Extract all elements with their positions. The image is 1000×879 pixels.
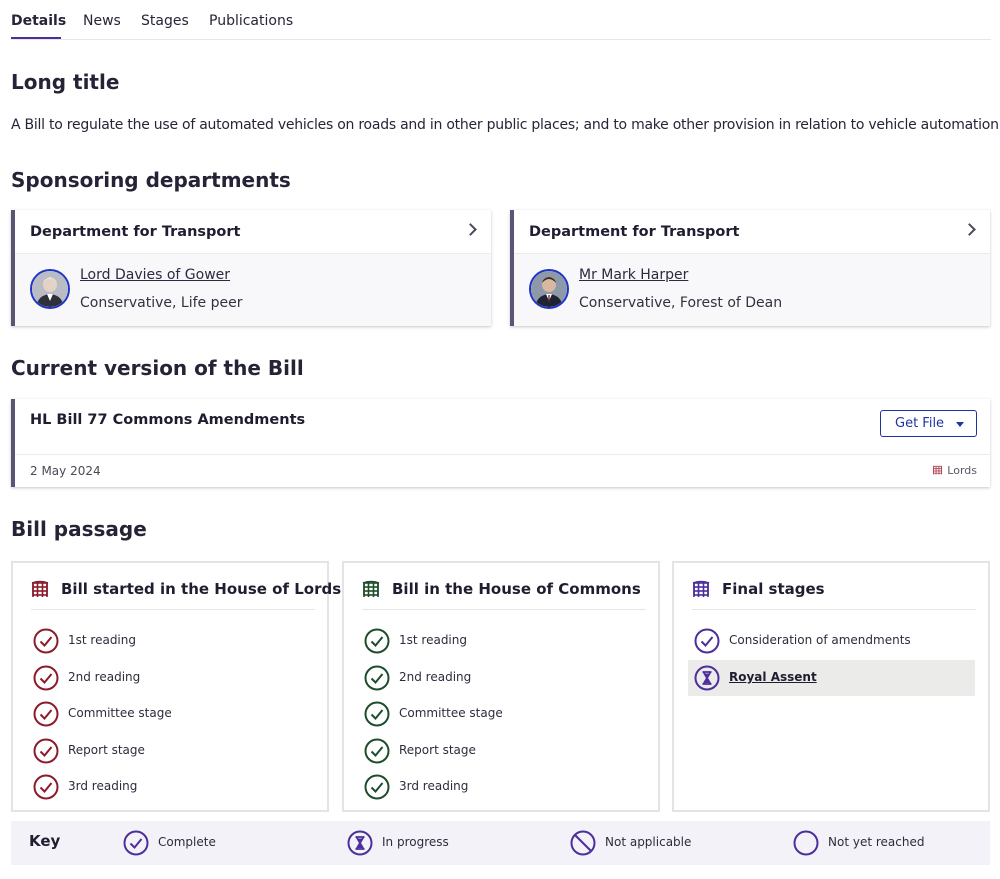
- portcullis-icon: [692, 580, 710, 597]
- check-circle-icon: [364, 701, 390, 727]
- stage-label: 2nd reading: [399, 670, 472, 684]
- stage-label: Report stage: [399, 743, 476, 757]
- tab-news[interactable]: News: [83, 13, 121, 29]
- stage-card-header: Bill in the House of Commons: [362, 575, 646, 610]
- get-file-label: Get File: [895, 416, 945, 431]
- stage-label: 3rd reading: [399, 779, 469, 793]
- bill-version-footer: 2 May 2024 Lords: [15, 454, 990, 487]
- empty-circle-icon: [793, 830, 819, 856]
- check-circle-icon: [364, 738, 390, 764]
- current-version-heading: Current version of the Bill: [11, 356, 304, 380]
- stage-label: 1st reading: [68, 633, 136, 647]
- stage-key-legend: Key Complete In progress Not applicable …: [11, 821, 990, 865]
- department-card: Department for Transport Lord Davies of …: [11, 210, 491, 326]
- check-circle-icon: [364, 628, 390, 654]
- member-info: Mr Mark Harper Conservative, Forest of D…: [514, 254, 990, 326]
- active-tab-indicator: [11, 37, 61, 39]
- avatar: [529, 269, 569, 309]
- key-label: In progress: [382, 835, 449, 849]
- tab-details[interactable]: Details: [11, 13, 66, 29]
- check-circle-icon: [33, 701, 59, 727]
- member-party: Conservative, Life peer: [80, 295, 243, 311]
- chevron-right-icon: [464, 223, 477, 236]
- stage-label: Report stage: [68, 743, 145, 757]
- portcullis-icon: [933, 465, 943, 475]
- chevron-right-icon: [963, 223, 976, 236]
- member-name-link[interactable]: Mr Mark Harper: [579, 267, 688, 283]
- house-tag: Lords: [932, 464, 977, 477]
- publication-date: 2 May 2024: [30, 464, 101, 478]
- long-title-text: A Bill to regulate the use of automated …: [11, 117, 1000, 133]
- hourglass-icon: [694, 665, 720, 691]
- stage-card-title: Bill started in the House of Lords: [61, 580, 342, 598]
- check-circle-icon: [33, 665, 59, 691]
- tab-bar: Details News Stages Publications: [11, 0, 991, 40]
- stage-card-title: Bill in the House of Commons: [392, 580, 641, 598]
- check-circle-icon: [33, 628, 59, 654]
- key-title: Key: [29, 832, 61, 850]
- long-title-heading: Long title: [11, 70, 120, 94]
- department-name: Department for Transport: [30, 224, 241, 240]
- bill-passage-heading: Bill passage: [11, 517, 147, 541]
- member-name-link[interactable]: Lord Davies of Gower: [80, 267, 230, 283]
- lords-stages-card: Bill started in the House of Lords 1st r…: [11, 561, 341, 812]
- portcullis-icon: [362, 580, 380, 597]
- stage-label: Committee stage: [68, 706, 172, 720]
- stage-card-header: Bill started in the House of Lords: [31, 575, 341, 610]
- department-header-link[interactable]: Department for Transport: [514, 210, 990, 254]
- not-applicable-icon: [570, 830, 596, 856]
- stage-label: 1st reading: [399, 633, 467, 647]
- stage-card-header: Final stages: [692, 575, 976, 610]
- member-info: Lord Davies of Gower Conservative, Life …: [15, 254, 491, 326]
- bill-version-card: HL Bill 77 Commons Amendments Get File 2…: [11, 399, 990, 487]
- check-circle-icon: [123, 830, 149, 856]
- royal-assent-link[interactable]: Royal Assent: [729, 670, 817, 684]
- bill-version-title: HL Bill 77 Commons Amendments: [30, 412, 306, 428]
- check-circle-icon: [364, 665, 390, 691]
- commons-stages-card: Bill in the House of Commons 1st reading…: [342, 561, 660, 812]
- caret-down-icon: [956, 422, 964, 427]
- hourglass-icon: [347, 830, 373, 856]
- avatar: [30, 269, 70, 309]
- tab-publications[interactable]: Publications: [209, 13, 293, 29]
- tab-stages[interactable]: Stages: [141, 13, 189, 29]
- get-file-button[interactable]: Get File: [880, 410, 977, 437]
- check-circle-icon: [33, 738, 59, 764]
- stage-label: Committee stage: [399, 706, 503, 720]
- stage-label: Consideration of amendments: [729, 633, 911, 647]
- key-label: Not applicable: [605, 835, 692, 849]
- house-label: Lords: [947, 464, 977, 477]
- stage-label: 3rd reading: [68, 779, 138, 793]
- portcullis-icon: [31, 580, 49, 597]
- key-label: Complete: [158, 835, 216, 849]
- final-stages-card: Final stages Consideration of amendments…: [672, 561, 990, 812]
- check-circle-icon: [694, 628, 720, 654]
- check-circle-icon: [364, 774, 390, 800]
- stage-card-title: Final stages: [722, 580, 825, 598]
- department-name: Department for Transport: [529, 224, 740, 240]
- member-party: Conservative, Forest of Dean: [579, 295, 783, 311]
- sponsoring-departments-heading: Sponsoring departments: [11, 168, 291, 192]
- key-label: Not yet reached: [828, 835, 925, 849]
- department-card: Department for Transport Mr Mark Harper …: [510, 210, 990, 326]
- check-circle-icon: [33, 774, 59, 800]
- department-header-link[interactable]: Department for Transport: [15, 210, 491, 254]
- stage-label: 2nd reading: [68, 670, 141, 684]
